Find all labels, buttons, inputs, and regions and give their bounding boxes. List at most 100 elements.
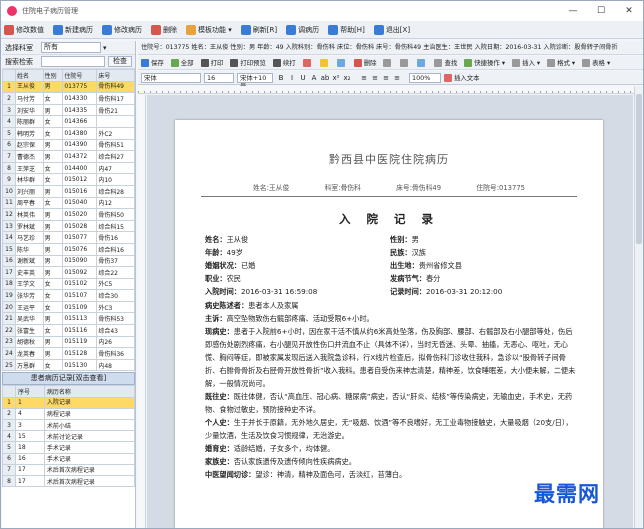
record-row[interactable]: 8 17 术后首次病程记录 <box>2 474 136 488</box>
editor-tool-7[interactable] <box>336 58 347 67</box>
style-select[interactable]: 宋体+10号 <box>237 72 273 90</box>
record-col-header[interactable] <box>2 385 16 398</box>
field-value[interactable]: 春分 <box>426 274 440 283</box>
patient-row[interactable]: 19 张华芳女 015107 综合30 <box>2 289 135 302</box>
record-paragraph[interactable]: 个人史：生于并长于原籍，无外地久居史，无“吸烟、饮酒”等不良嗜好，无工业毒物接触… <box>201 416 577 442</box>
font-select[interactable]: 宋体 <box>141 72 201 83</box>
patient-col-header[interactable] <box>2 69 16 82</box>
record-row[interactable]: 6 16 手术记录 <box>2 452 136 465</box>
patient-row[interactable]: 6 赵宗保男 014390 骨伤科51 <box>2 138 135 152</box>
editor-tool-0[interactable]: 保存 <box>141 58 164 67</box>
format-button-0[interactable]: B <box>276 73 286 83</box>
record-col-header[interactable]: 序号 <box>15 385 45 398</box>
patient-row[interactable]: 3 刘安华男 014335 骨伤21 <box>2 103 135 117</box>
patient-row[interactable]: 22 张富生女 015116 综合43 <box>2 324 135 337</box>
editor-tool-2[interactable]: 打印 <box>200 58 223 67</box>
field-value[interactable]: 已婚 <box>241 261 255 270</box>
record-paragraph[interactable]: 现病史：患者于入院前6+小时，因在家干活不慎从约6米高处坠落，伤及胸部、腰部、右… <box>201 325 577 390</box>
editor-tool-8[interactable]: 删除 <box>353 58 376 67</box>
zoom-select[interactable]: 100% <box>409 72 441 83</box>
patient-row[interactable]: 12 林英伟男 015020 骨伤科50 <box>2 208 135 221</box>
patient-row[interactable]: 25 万恩群女 015130 内48 <box>2 358 135 372</box>
patient-row[interactable]: 21 吴武华男 015113 骨伤科53 <box>2 312 135 326</box>
record-row[interactable]: 3 3 术前小结 <box>2 418 136 432</box>
search-input[interactable] <box>41 56 105 67</box>
menu-item-0[interactable]: 修改数值 <box>4 24 44 35</box>
document-page[interactable]: 黔西县中医院住院病历 姓名:王从俊 科室:骨伤科 床号:骨伤科49 住院号:01… <box>175 120 603 528</box>
patient-row[interactable]: 10 刘兴丽男 015016 综合科28 <box>2 184 135 198</box>
editor-tool-3[interactable]: 打印预览 <box>230 58 266 67</box>
patient-row[interactable]: 1 王从俊男 013775 骨伤科49 <box>2 80 135 94</box>
record-col-header[interactable]: 病历名称 <box>43 385 136 398</box>
editor-tool-1[interactable]: 全部 <box>170 58 194 67</box>
menu-item-4[interactable]: 模板功能 ▾ <box>186 24 232 35</box>
patient-row[interactable]: 13 罗林斌男 015028 综合科15 <box>2 219 135 233</box>
record-paragraph[interactable]: 婚育史：适龄结婚，子女多个，均体健。 <box>201 442 577 455</box>
align-button-3[interactable]: ≡ <box>392 73 402 83</box>
patient-row[interactable]: 2 马付芳女 014330 骨伤科17 <box>2 92 135 105</box>
dept-select[interactable]: 所有 <box>41 42 101 53</box>
search-button[interactable]: 检查 <box>108 56 132 67</box>
patient-row[interactable]: 14 马艺珍男 015077 骨伤16 <box>2 231 135 244</box>
patient-row[interactable]: 23 胡德秋男 015119 内26 <box>2 335 135 349</box>
editor-tool-11[interactable] <box>417 58 427 67</box>
record-paragraph[interactable]: 既往史：既往体健，否认“高血压、冠心病、糖尿病”病史，否认“肝炎、结核”等传染病… <box>201 390 577 416</box>
patient-row[interactable]: 24 龙英春男 015128 骨伤科36 <box>2 347 135 360</box>
field-value[interactable]: 2016-03-31 20:12:00 <box>426 287 502 296</box>
editor-tool-16[interactable]: 表格 ▾ <box>582 58 610 67</box>
align-button-1[interactable]: ≡ <box>370 73 380 83</box>
menu-item-7[interactable]: 帮助[H] <box>328 24 365 35</box>
field-value[interactable]: 49岁 <box>227 248 243 257</box>
field-value[interactable]: 汉族 <box>412 248 426 257</box>
field-value[interactable]: 农民 <box>227 274 241 283</box>
patient-row[interactable]: 15 陈华男 015076 综合科16 <box>2 242 135 256</box>
patient-row[interactable]: 20 王运平女 015109 外C3 <box>2 300 135 314</box>
editor-tool-12[interactable]: 查找 <box>434 58 457 67</box>
format-button-4[interactable]: ab <box>320 73 330 83</box>
record-row[interactable]: 5 18 手术记录 <box>2 441 136 454</box>
editor-tool-10[interactable] <box>400 58 410 67</box>
record-row[interactable]: 1 1 入院记录 <box>2 396 136 409</box>
insert-text-button[interactable]: 插入文本 <box>444 73 480 82</box>
field-value[interactable]: 男 <box>412 235 419 244</box>
record-paragraph[interactable]: 主诉：高空坠物致伤右髋部疼痛、活动受限6+小时。 <box>201 312 577 325</box>
format-button-3[interactable]: A <box>309 73 319 83</box>
patient-row[interactable]: 16 谢新斌男 015090 骨伤37 <box>2 254 135 268</box>
field-value[interactable]: 王从俊 <box>227 235 249 244</box>
menu-item-1[interactable]: 新建病历 <box>53 24 93 35</box>
font-size-select[interactable]: 16 <box>204 72 234 83</box>
format-button-1[interactable]: I <box>287 73 297 83</box>
menu-item-6[interactable]: 调病历 <box>286 24 319 35</box>
scroll-thumb[interactable] <box>636 94 642 244</box>
maximize-button[interactable]: ☐ <box>587 1 615 21</box>
menu-item-5[interactable]: 刷新[R] <box>240 24 277 35</box>
editor-tool-15[interactable]: 格式 ▾ <box>547 58 575 67</box>
editor-tool-4[interactable]: 续打 <box>272 58 296 67</box>
menu-item-3[interactable]: 删除 <box>151 24 177 35</box>
editor-tool-13[interactable]: 快捷操作 ▾ <box>464 58 505 67</box>
patient-row[interactable]: 17 史丰英男 015092 综合22 <box>2 266 135 279</box>
record-paragraph[interactable]: 家族史：否认家族遗传及遗传倾向性疾病病史。 <box>201 455 577 468</box>
menu-item-8[interactable]: 退出[X] <box>373 24 410 35</box>
record-row[interactable]: 2 4 病程记录 <box>2 407 136 421</box>
patient-row[interactable]: 9 林华群女 015012 内10 <box>2 173 135 186</box>
format-button-6[interactable]: x₂ <box>342 73 352 83</box>
patient-col-header[interactable]: 性别 <box>42 69 64 82</box>
patient-col-header[interactable]: 床号 <box>96 69 135 82</box>
record-row[interactable]: 7 17 术后首次病程记录 <box>2 463 136 476</box>
close-button[interactable]: ✕ <box>615 1 643 21</box>
patient-row[interactable]: 8 王萍芝女 014400 内47 <box>2 161 135 175</box>
chevron-down-icon[interactable]: ▾ <box>103 44 107 52</box>
patient-col-header[interactable]: 姓名 <box>15 69 44 82</box>
patient-row[interactable]: 5 韩明芳女 014380 外C2 <box>2 126 135 140</box>
editor-tool-14[interactable]: 插入 ▾ <box>512 58 540 67</box>
editor-tool-5[interactable] <box>302 58 313 67</box>
field-value[interactable]: 2016-03-31 16:59:08 <box>241 287 317 296</box>
format-button-5[interactable]: x² <box>331 73 341 83</box>
patient-row[interactable]: 7 曹德杰男 014372 综合科27 <box>2 150 135 163</box>
patient-row[interactable]: 11 周平春女 015040 内12 <box>2 196 135 210</box>
editor-tool-6[interactable] <box>319 58 330 67</box>
format-button-2[interactable]: U <box>298 73 308 83</box>
field-value[interactable]: 贵州省修文县 <box>419 261 462 270</box>
record-paragraph[interactable]: 病史陈述者：患者本人及家属 <box>201 299 577 312</box>
